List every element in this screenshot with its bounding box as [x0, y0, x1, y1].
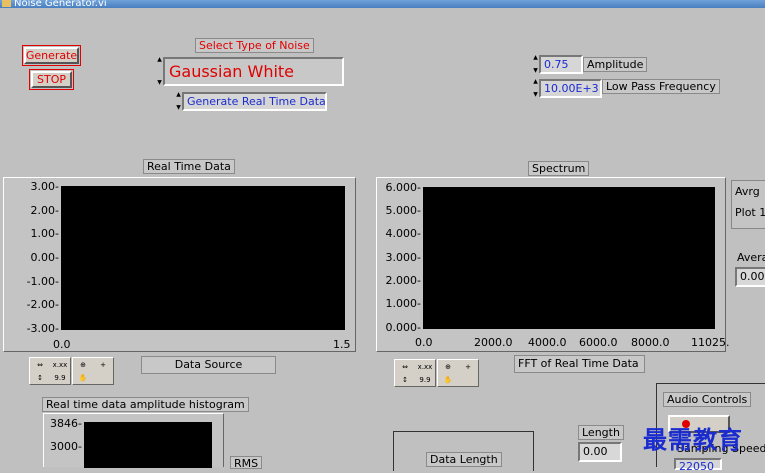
- noise-type-ring[interactable]: ▲ ▼ Gaussian White: [156, 57, 344, 86]
- y-tick: 2.000-: [385, 274, 421, 287]
- spectrum-plot-area[interactable]: [423, 187, 715, 329]
- plot-legend-item[interactable]: Plot 1: [732, 198, 765, 219]
- stop-button[interactable]: STOP: [31, 71, 72, 88]
- length-label: Length: [578, 425, 624, 440]
- generate-button-frame: Generate: [22, 45, 81, 66]
- amplitude-control[interactable]: ▲ ▼ 0.75: [532, 55, 583, 74]
- realtime-graph-title: Real Time Data: [143, 159, 235, 174]
- sampling-speed-value[interactable]: 22050: [674, 458, 722, 473]
- lpf-spinner[interactable]: ▲ ▼: [532, 79, 539, 98]
- realtime-data-source: Data Source: [141, 356, 276, 374]
- spectrum-data-source: FFT of Real Time Data: [514, 355, 645, 373]
- mode-value[interactable]: Generate Real Time Data: [182, 92, 327, 111]
- y-tick: 3.00-: [30, 180, 59, 193]
- y-tick: 6.000-: [385, 181, 421, 194]
- generate-button[interactable]: Generate: [24, 47, 79, 64]
- x-tick: 6000.0: [579, 336, 618, 349]
- y-tick: 3000-: [50, 440, 82, 453]
- pan-hand-icon[interactable]: ✋: [438, 373, 458, 386]
- y-tick: 3.000-: [385, 251, 421, 264]
- scale-palette[interactable]: ⇔ x.xx ↕ 9.9: [394, 359, 436, 387]
- x-tick: 0.0: [53, 338, 71, 351]
- lpf-label: Low Pass Frequency: [602, 79, 720, 94]
- noise-type-spinner[interactable]: ▲ ▼: [156, 57, 163, 86]
- amplitude-label: Amplitude: [583, 57, 648, 72]
- mode-selector[interactable]: ▲ ▼ Generate Real Time Data: [175, 92, 327, 111]
- cursor-palette[interactable]: ⊕ + ✋: [72, 357, 114, 385]
- zoom-icon[interactable]: ⊕: [73, 358, 93, 371]
- y-tick: -1.00-: [26, 275, 59, 288]
- noise-type-value: Gaussian White: [169, 62, 295, 81]
- audio-controls-label: Audio Controls: [663, 392, 752, 407]
- y-tick: 4.000-: [385, 227, 421, 240]
- x-tick: 2000.0: [474, 336, 513, 349]
- spectrum-graph[interactable]: 6.000- 5.000- 4.000- 3.000- 2.000- 1.000…: [376, 177, 730, 352]
- scale-palette[interactable]: ⇔ x.xx ↕ 9.9: [29, 357, 71, 385]
- average-label: Avera: [737, 251, 765, 264]
- x-tick: 1.5: [333, 338, 351, 351]
- cursor-palette[interactable]: ⊕ + ✋: [437, 359, 479, 387]
- mode-spinner[interactable]: ▲ ▼: [175, 92, 182, 111]
- cursor-icon[interactable]: +: [93, 358, 113, 371]
- window-titlebar: Noise Generator.vi: [0, 0, 765, 8]
- y-format-icon[interactable]: 9.9: [415, 373, 435, 386]
- y-format-icon[interactable]: 9.9: [50, 371, 70, 384]
- y-tick: 1.00-: [30, 227, 59, 240]
- avrg-label: Avrg: [735, 185, 760, 198]
- realtime-graph-palette: ⇔ x.xx ↕ 9.9 ⊕ + ✋: [29, 357, 114, 385]
- x-scale-lock-icon[interactable]: ⇔: [30, 358, 50, 371]
- window-title: Noise Generator.vi: [14, 0, 107, 8]
- spectrum-graph-palette: ⇔ x.xx ↕ 9.9 ⊕ + ✋: [394, 359, 479, 387]
- plot-legend[interactable]: Avrg Plot 1: [731, 180, 765, 229]
- x-format-icon[interactable]: x.xx: [415, 360, 435, 373]
- realtime-plot-area[interactable]: [61, 186, 345, 330]
- y-scale-lock-icon[interactable]: ↕: [30, 371, 50, 384]
- data-length-label: Data Length: [426, 452, 502, 467]
- average-value: 0.00: [735, 267, 765, 287]
- x-tick: 11025.: [691, 336, 730, 349]
- amplitude-input[interactable]: 0.75: [539, 55, 583, 74]
- y-tick: 1.000-: [385, 297, 421, 310]
- y-scale-lock-icon[interactable]: ↕: [395, 373, 415, 386]
- length-value: 0.00: [578, 442, 622, 462]
- lpf-control[interactable]: ▲ ▼ 10.00E+3: [532, 79, 602, 98]
- y-tick: -2.00-: [26, 298, 59, 311]
- spectrum-graph-title: Spectrum: [528, 161, 590, 176]
- y-tick: 0.00-: [30, 251, 59, 264]
- x-tick: 0.0: [415, 336, 433, 349]
- stop-button-frame: STOP: [29, 69, 74, 90]
- lpf-input[interactable]: 10.00E+3: [539, 79, 602, 98]
- x-tick: 4000.0: [528, 336, 567, 349]
- y-tick: 5.000-: [385, 204, 421, 217]
- cursor-icon[interactable]: +: [458, 360, 478, 373]
- histogram-title: Real time data amplitude histogram: [42, 397, 249, 412]
- zoom-icon[interactable]: ⊕: [438, 360, 458, 373]
- y-tick: -3.00-: [26, 322, 59, 335]
- y-tick: 0.000-: [385, 321, 421, 334]
- rms-label: RMS: [230, 456, 263, 470]
- x-tick: 8000.0: [631, 336, 670, 349]
- realtime-graph[interactable]: 3.00- 2.00- 1.00- 0.00- -1.00- -2.00- -3…: [3, 177, 356, 352]
- watermark: 最需教育: [643, 425, 743, 454]
- histogram-plot-area[interactable]: [84, 422, 212, 468]
- y-tick: 2.00-: [30, 204, 59, 217]
- noise-type-display[interactable]: Gaussian White: [163, 57, 344, 86]
- y-tick: 3846-: [50, 417, 82, 430]
- histogram-graph[interactable]: 3846- 3000-: [43, 413, 224, 468]
- noise-type-label: Select Type of Noise: [195, 38, 314, 53]
- x-scale-lock-icon[interactable]: ⇔: [395, 360, 415, 373]
- pan-hand-icon[interactable]: ✋: [73, 371, 93, 384]
- amplitude-spinner[interactable]: ▲ ▼: [532, 55, 539, 74]
- x-format-icon[interactable]: x.xx: [50, 358, 70, 371]
